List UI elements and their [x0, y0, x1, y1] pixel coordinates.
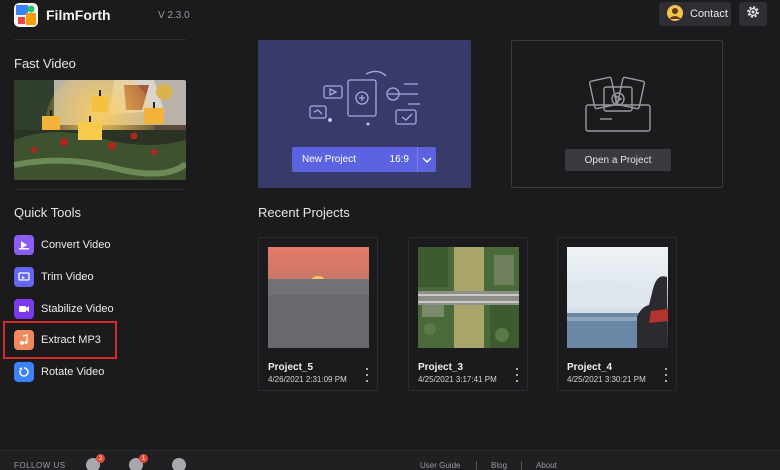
more-options-icon[interactable]	[513, 368, 521, 382]
app-name: FilmForth	[46, 7, 111, 23]
settings-button[interactable]	[739, 2, 767, 26]
new-project-label: New Project	[302, 154, 356, 165]
project-thumbnail	[268, 247, 369, 348]
folder-media-icon	[585, 76, 651, 132]
project-card[interactable]: Project_4 4/25/2021 3:30:21 PM	[557, 237, 677, 391]
fast-video-thumbnail[interactable]	[14, 80, 186, 180]
project-name: Project_5	[268, 362, 314, 373]
project-card[interactable]: Project_3 4/25/2021 3:17:41 PM	[408, 237, 528, 391]
notification-badge: 2	[96, 454, 105, 463]
stabilize-video-icon	[14, 299, 34, 319]
person-avatar-icon	[666, 4, 684, 25]
open-project-button[interactable]: Open a Project	[565, 149, 671, 171]
convert-video-icon	[14, 235, 34, 255]
user-guide-link[interactable]: User Guide	[420, 461, 460, 470]
chevron-down-icon[interactable]	[418, 147, 436, 172]
new-project-button[interactable]: New Project 16:9	[292, 147, 436, 172]
tool-label: Stabilize Video	[41, 303, 114, 315]
tool-stabilize-video[interactable]: Stabilize Video	[10, 295, 190, 323]
instagram-icon[interactable]: 2	[86, 454, 105, 470]
app-version: V 2.3.0	[158, 10, 190, 21]
tool-convert-video[interactable]: Convert Video	[10, 231, 190, 259]
trim-video-icon	[14, 267, 34, 287]
sidebar: FilmForth V 2.3.0 Fast Video Quick Tools…	[0, 0, 200, 450]
facebook-icon[interactable]: 1	[129, 454, 148, 470]
tool-label: Trim Video	[41, 271, 94, 283]
aspect-ratio-label: 16:9	[389, 154, 409, 165]
filmforth-logo-icon	[14, 3, 38, 27]
project-date: 4/25/2021 3:17:41 PM	[418, 375, 497, 384]
brand: FilmForth	[14, 3, 111, 27]
project-date: 4/26/2021 2:31:09 PM	[268, 375, 347, 384]
media-illustration-icon	[309, 70, 420, 126]
project-thumbnail	[418, 247, 519, 348]
more-options-icon[interactable]	[363, 368, 371, 382]
tool-rotate-video[interactable]: Rotate Video	[10, 358, 190, 386]
gear-icon	[745, 4, 761, 25]
open-project-card[interactable]: Open a Project	[511, 40, 723, 188]
sidebar-divider	[14, 39, 186, 40]
contact-label: Contact	[690, 8, 728, 20]
footer: FOLLOW US 2 1 User Guide Blog About	[0, 450, 780, 470]
quick-tools-title: Quick Tools	[14, 205, 81, 220]
new-project-card[interactable]: New Project 16:9	[258, 40, 471, 188]
project-name: Project_3	[418, 362, 464, 373]
sidebar-divider	[14, 189, 186, 190]
follow-us-label: FOLLOW US	[14, 461, 66, 470]
blog-link[interactable]: Blog	[491, 461, 507, 470]
project-thumbnail	[567, 247, 668, 348]
extract-mp3-highlight	[3, 321, 117, 359]
rotate-video-icon	[14, 362, 34, 382]
notification-badge: 1	[139, 454, 148, 463]
project-card[interactable]: Project_5 4/26/2021 2:31:09 PM	[258, 237, 378, 391]
footer-divider	[476, 461, 477, 470]
recent-projects-title: Recent Projects	[258, 205, 350, 220]
fast-video-title: Fast Video	[14, 56, 76, 71]
more-options-icon[interactable]	[662, 368, 670, 382]
about-link[interactable]: About	[536, 461, 557, 470]
contact-button[interactable]: Contact	[659, 2, 731, 26]
project-name: Project_4	[567, 362, 613, 373]
footer-divider	[521, 461, 522, 470]
tool-label: Convert Video	[41, 239, 111, 251]
project-date: 4/25/2021 3:30:21 PM	[567, 375, 646, 384]
tool-trim-video[interactable]: Trim Video	[10, 263, 190, 291]
twitter-icon[interactable]	[172, 458, 186, 470]
tool-label: Rotate Video	[41, 366, 105, 378]
